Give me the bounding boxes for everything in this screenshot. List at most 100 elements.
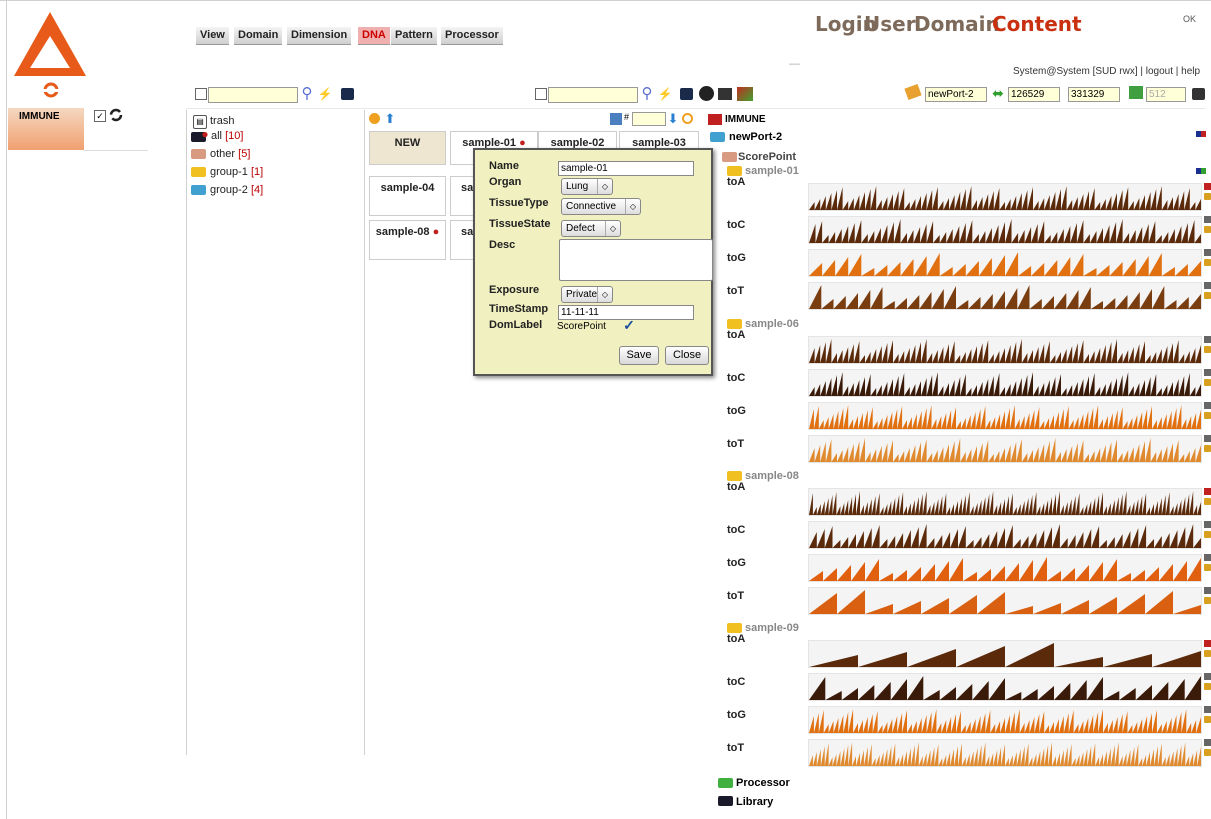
track-group-label[interactable]: sample-06 — [745, 318, 799, 330]
sample-search-input[interactable] — [548, 87, 638, 103]
track-waveform[interactable] — [808, 435, 1202, 463]
sample-select-all[interactable] — [535, 88, 547, 100]
lock-icon[interactable] — [1204, 412, 1211, 419]
range-from-input[interactable]: 126529 — [1008, 87, 1060, 102]
track-group-label[interactable]: sample-08 — [745, 470, 799, 482]
track-remove-icon[interactable] — [1204, 739, 1211, 746]
organ-select[interactable]: Lung ◇ — [561, 178, 613, 195]
lock-icon[interactable] — [1204, 498, 1211, 505]
search-icon[interactable]: ⚲ — [640, 85, 654, 101]
track-group-label[interactable]: sample-01 — [745, 165, 799, 177]
track-waveform[interactable] — [808, 282, 1202, 310]
track-remove-icon[interactable] — [1204, 673, 1211, 680]
tissuestate-select[interactable]: Defect ◇ — [561, 220, 621, 237]
track-waveform[interactable] — [808, 336, 1202, 364]
track-remove-icon[interactable] — [1204, 336, 1211, 343]
tissuetype-select[interactable]: Connective ◇ — [561, 198, 641, 215]
name-input[interactable]: sample-01 — [558, 161, 694, 176]
track-remove-icon[interactable] — [1204, 249, 1211, 256]
gift-icon[interactable] — [737, 87, 753, 101]
track-group-label[interactable]: sample-09 — [745, 622, 799, 634]
sample-card[interactable]: sample-08 ● — [369, 220, 446, 260]
track-remove-icon[interactable] — [1204, 216, 1211, 223]
broom-icon[interactable]: ⚡ — [658, 86, 673, 102]
close-button[interactable]: Close — [665, 346, 709, 365]
port-input[interactable]: newPort-2 — [925, 87, 987, 102]
lock-icon[interactable] — [1204, 346, 1211, 353]
track-waveform[interactable] — [808, 183, 1202, 211]
search-icon[interactable]: ⚲ — [300, 85, 314, 101]
tree-item-trash[interactable]: trash — [210, 115, 234, 127]
track-waveform[interactable] — [808, 706, 1202, 734]
film-icon[interactable] — [718, 88, 732, 100]
port-label[interactable]: newPort-2 — [729, 131, 782, 143]
add-icon[interactable] — [369, 113, 380, 124]
sample-card[interactable]: sample-04 — [369, 176, 446, 216]
track-remove-icon[interactable] — [1204, 402, 1211, 409]
tree-item-other[interactable]: other [5] — [210, 148, 250, 160]
refresh-icon[interactable] — [109, 108, 123, 122]
save-icon[interactable] — [610, 113, 622, 125]
tab-dimension[interactable]: Dimension — [287, 27, 352, 45]
broom-icon[interactable]: ⚡ — [318, 86, 333, 102]
track-remove-icon[interactable] — [1204, 282, 1211, 289]
dice-icon[interactable] — [680, 88, 693, 100]
track-waveform[interactable] — [808, 673, 1202, 701]
lock-icon[interactable] — [1204, 226, 1211, 233]
circle-icon[interactable] — [682, 113, 693, 124]
lock-icon[interactable] — [1204, 650, 1211, 657]
track-remove-icon[interactable] — [1204, 435, 1211, 442]
track-remove-icon[interactable] — [1204, 640, 1211, 647]
track-waveform[interactable] — [808, 739, 1202, 767]
lock-icon[interactable] — [1204, 683, 1211, 690]
lock-icon[interactable] — [1204, 193, 1211, 200]
tab-dna[interactable]: DNA — [358, 27, 390, 45]
track-remove-icon[interactable] — [1204, 587, 1211, 594]
tab-domain[interactable]: Domain — [234, 27, 283, 45]
content-link[interactable]: Content — [992, 12, 1082, 36]
desc-textarea[interactable] — [559, 239, 713, 281]
track-remove-icon[interactable] — [1204, 521, 1211, 528]
lock-icon[interactable] — [1204, 597, 1211, 604]
scorepoint-label[interactable]: ScorePoint — [738, 151, 796, 163]
down-arrow-icon[interactable]: ⬇ — [668, 111, 679, 125]
exposure-select[interactable]: Private ◇ — [561, 286, 613, 303]
domain-panel[interactable]: IMMUNE — [8, 108, 84, 150]
lock-icon[interactable] — [1204, 259, 1211, 266]
lock-icon[interactable] — [1204, 292, 1211, 299]
sample-new[interactable]: NEW — [369, 131, 446, 165]
lock-icon[interactable] — [1204, 531, 1211, 538]
save-button[interactable]: Save — [619, 346, 659, 365]
range-to-input[interactable]: 331329 — [1068, 87, 1120, 102]
tree-search-input[interactable] — [208, 87, 298, 103]
processor-label[interactable]: Processor — [736, 777, 790, 789]
track-remove-icon[interactable] — [1204, 488, 1211, 495]
tree-item-group-1[interactable]: group-1 [1] — [210, 166, 263, 178]
track-waveform[interactable] — [808, 488, 1202, 516]
track-remove-icon[interactable] — [1204, 183, 1211, 190]
track-waveform[interactable] — [808, 249, 1202, 277]
lock-icon[interactable] — [1204, 716, 1211, 723]
track-waveform[interactable] — [808, 521, 1202, 549]
tab-view[interactable]: View — [196, 27, 229, 45]
user-status[interactable]: System@System [SUD rwx] | logout | help — [1013, 66, 1200, 77]
track-waveform[interactable] — [808, 640, 1202, 668]
check-icon[interactable]: ✓ — [620, 318, 638, 332]
lock-icon[interactable] — [1204, 379, 1211, 386]
logo-icon[interactable] — [12, 10, 88, 78]
tree-select-all[interactable] — [195, 88, 207, 100]
clock-icon[interactable] — [699, 86, 714, 101]
dice-icon[interactable] — [1192, 88, 1205, 100]
lock-icon[interactable] — [1204, 749, 1211, 756]
minimize-mark[interactable]: — — [789, 58, 800, 70]
swap-icon[interactable] — [43, 82, 59, 98]
lock-icon[interactable] — [1204, 445, 1211, 452]
track-remove-icon[interactable] — [1204, 369, 1211, 376]
tab-pattern[interactable]: Pattern — [391, 27, 437, 45]
track-waveform[interactable] — [808, 554, 1202, 582]
size-input[interactable]: 512 — [1146, 87, 1186, 102]
root-label[interactable]: IMMUNE — [725, 114, 766, 125]
hash-input[interactable] — [632, 112, 666, 126]
track-remove-icon[interactable] — [1204, 706, 1211, 713]
user-link[interactable]: User — [864, 12, 916, 36]
